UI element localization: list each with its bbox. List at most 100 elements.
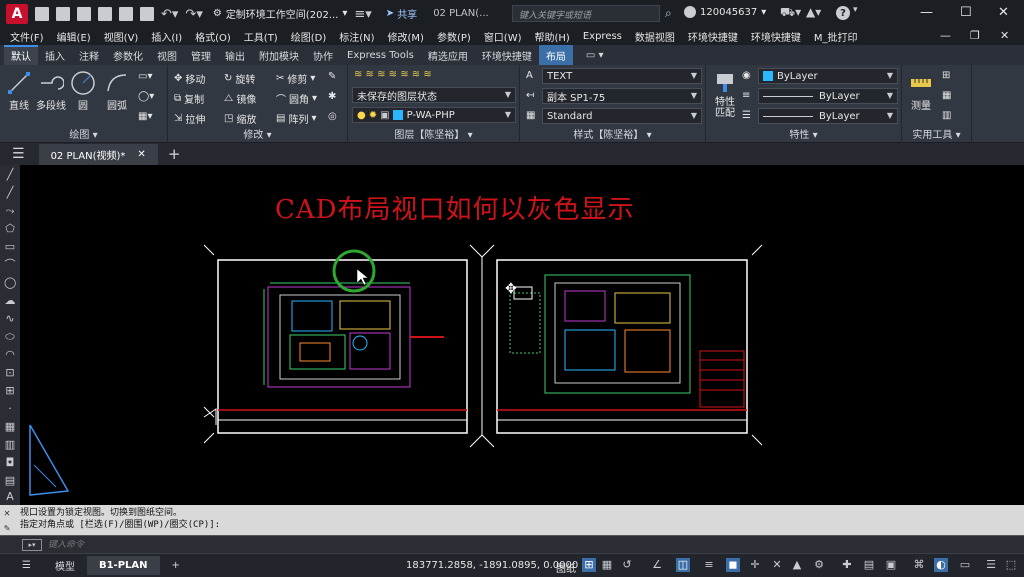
fullscreen-icon[interactable]: ⬚ — [1004, 558, 1018, 572]
erase-icon[interactable]: ✎ — [328, 71, 336, 82]
array-button[interactable]: ▤ 阵列 ▾ — [276, 111, 316, 126]
explode-icon[interactable]: ✱ — [328, 91, 336, 102]
trim-button[interactable]: ✂ 修剪 ▾ — [276, 71, 315, 86]
app-logo[interactable]: A — [6, 3, 28, 24]
menu-batch-plot[interactable]: M_批打印 — [814, 29, 858, 44]
document-tab[interactable]: 02 PLAN(视频)* ✕ — [38, 143, 158, 165]
construction-line-icon[interactable]: ╱ — [4, 187, 16, 199]
menu-parametric[interactable]: 参数(P) — [437, 29, 471, 44]
wrench-icon[interactable]: ✎ — [4, 523, 10, 535]
polyline-tool[interactable]: 多段线 — [34, 69, 68, 112]
plot-icon[interactable] — [119, 6, 133, 21]
polar-icon[interactable]: ∠ — [650, 558, 664, 572]
modify-panel-title[interactable]: 修改 ▾ — [168, 126, 347, 141]
share-button[interactable]: ➤ 共享 — [386, 6, 417, 21]
tab-express-tools[interactable]: Express Tools — [340, 47, 421, 64]
line-tool[interactable]: 直线 — [2, 69, 36, 112]
move-button[interactable]: ✥ 移动 — [174, 71, 205, 86]
new-icon[interactable] — [35, 6, 49, 21]
gear-icon[interactable]: ⚙ — [812, 558, 826, 572]
tab-output[interactable]: 输出 — [218, 45, 252, 66]
calculator-icon[interactable]: ▥ — [942, 110, 951, 121]
menu-insert[interactable]: 插入(I) — [151, 29, 182, 44]
paper-space-toggle[interactable]: 图纸 — [556, 560, 576, 575]
menu-tools[interactable]: 工具(T) — [244, 29, 278, 44]
circle-tool[interactable]: 圆 — [66, 69, 100, 112]
customize-qat-icon[interactable]: ≡▾ — [354, 7, 371, 22]
color-select[interactable]: ByLayer ▼ — [758, 68, 898, 84]
drawing-area[interactable]: ✥ CAD布局视口如何以灰色显示 — [0, 165, 1024, 505]
hatch-icon[interactable]: ▦ — [4, 421, 16, 433]
scale-button[interactable]: ◳ 缩放 — [224, 111, 256, 126]
add-layout-button[interactable]: + — [160, 556, 192, 575]
selection-cycling-icon[interactable]: ✛ — [748, 558, 762, 572]
polygon-icon[interactable]: ⬠ — [4, 223, 16, 235]
tab-addins[interactable]: 附加模块 — [252, 45, 306, 66]
menu-help[interactable]: 帮助(H) — [535, 29, 570, 44]
gradient-icon[interactable]: ▥ — [4, 439, 16, 451]
tab-model[interactable]: 模型 — [43, 554, 87, 577]
user-account[interactable]: 120045637 ▾ — [684, 6, 766, 18]
polyline-icon[interactable]: ⤳ — [4, 205, 16, 217]
menu-modify[interactable]: 修改(M) — [388, 29, 424, 44]
print-icon[interactable] — [140, 6, 154, 21]
menu-data-view[interactable]: 数据视图 — [635, 29, 675, 44]
tab-annotate[interactable]: 注释 — [72, 45, 106, 66]
search-icon[interactable]: ⌕ — [665, 6, 672, 21]
menu-edit[interactable]: 编辑(E) — [57, 29, 91, 44]
command-prompt-icon[interactable]: ▸▾ — [22, 538, 42, 551]
tab-shortcuts[interactable]: 环境快捷键 — [475, 45, 539, 66]
command-input[interactable] — [48, 539, 348, 550]
isolate-icon[interactable]: ◐ — [934, 558, 948, 572]
styles-panel-title[interactable]: 样式【陈坚裕】 ▾ — [520, 126, 705, 141]
doc-minimize-button[interactable]: — — [940, 29, 951, 42]
quick-properties-icon[interactable]: ▤ — [862, 558, 876, 572]
scale-icon[interactable]: ▲ — [790, 558, 804, 572]
tab-layout-b1-plan[interactable]: B1-PLAN — [86, 556, 160, 575]
menu-dimension[interactable]: 标注(N) — [339, 29, 374, 44]
grid-icon[interactable]: ⊞ — [582, 558, 596, 572]
properties-panel-title[interactable]: 特性 ▾ — [706, 126, 901, 141]
circle-icon[interactable]: ◯ — [4, 277, 16, 289]
transparency-icon[interactable]: ◼ — [726, 558, 740, 572]
mirror-button[interactable]: ⧍ 镜像 — [224, 91, 256, 106]
a360-icon[interactable]: ▲▾ — [806, 5, 821, 19]
tab-parametric[interactable]: 参数化 — [106, 45, 150, 66]
utilities-panel-title[interactable]: 实用工具 ▾ — [902, 126, 971, 141]
lock-ui-icon[interactable]: ▣ — [884, 558, 898, 572]
hamburger-icon[interactable]: ☰ — [10, 556, 43, 575]
spline-icon[interactable]: ∿ — [4, 313, 16, 325]
workspace-select[interactable]: ⚙ 定制环境工作空间(202... ▾ — [213, 6, 348, 21]
close-button[interactable]: ✕ — [998, 5, 1009, 20]
menu-window[interactable]: 窗口(W) — [484, 29, 522, 44]
match-properties-button[interactable]: 特性 匹配 — [708, 69, 742, 119]
layers-panel-title[interactable]: 图层【陈坚裕】 ▾ — [348, 126, 519, 141]
table-style-select[interactable]: Standard ▼ — [542, 108, 702, 124]
mtext-icon[interactable]: A — [4, 491, 16, 503]
layer-select[interactable]: ● ✹ ▣ P-WA-PHP ▼ — [352, 107, 516, 123]
minimize-button[interactable]: — — [920, 5, 933, 20]
undo-icon[interactable]: ↶▾ — [161, 7, 178, 22]
redo-icon[interactable]: ↷▾ — [185, 7, 202, 22]
fillet-button[interactable]: ⌒ 圆角 ▾ — [276, 91, 317, 106]
text-style-select[interactable]: TEXT ▼ — [542, 68, 702, 84]
add-icon[interactable]: ✚ — [840, 558, 854, 572]
help-icon[interactable]: ? — [836, 6, 850, 20]
layer-state-select[interactable]: 未保存的图层状态 ▼ — [352, 87, 516, 103]
osnap-icon[interactable]: ◫ — [676, 558, 690, 572]
coordinates-readout[interactable]: 183771.2858, -1891.0895, 0.0000 — [406, 560, 578, 571]
tab-manage[interactable]: 管理 — [184, 45, 218, 66]
ellipse-icon[interactable]: ⬭ — [4, 331, 16, 343]
tab-layout[interactable]: 布局 — [538, 44, 573, 66]
menu-view[interactable]: 视图(V) — [104, 29, 139, 44]
ellipse-arc-icon[interactable]: ◠ — [4, 349, 16, 361]
open-icon[interactable] — [56, 6, 70, 21]
draw-panel-title[interactable]: 绘图 ▾ — [0, 126, 167, 141]
hardware-accel-icon[interactable]: ⌘ — [912, 558, 926, 572]
tab-insert[interactable]: 插入 — [38, 45, 72, 66]
lineweight-icon[interactable]: ≡ — [702, 558, 716, 572]
menu-draw[interactable]: 绘图(D) — [291, 29, 327, 44]
ortho-icon[interactable]: ↺ — [620, 558, 634, 572]
menu-format[interactable]: 格式(O) — [195, 29, 231, 44]
tab-collaborate[interactable]: 协作 — [306, 45, 340, 66]
